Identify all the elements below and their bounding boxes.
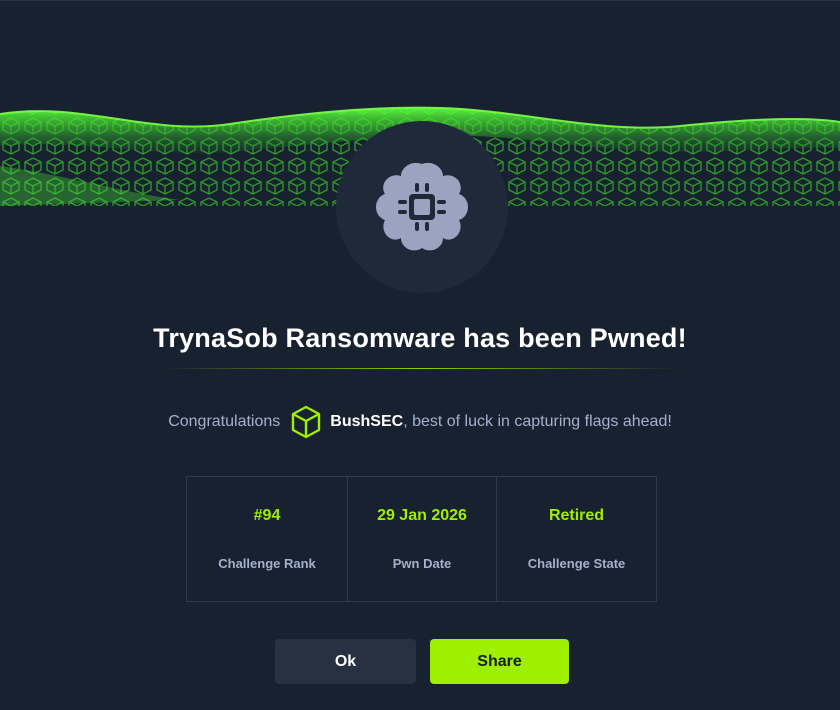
ok-button[interactable]: Ok [275, 639, 416, 684]
title-divider [162, 368, 678, 369]
stat-label: Pwn Date [392, 556, 452, 571]
congrats-suffix: , best of luck in capturing flags ahead! [403, 413, 672, 430]
stat-pwn-date: 29 Jan 2026 Pwn Date [347, 477, 496, 601]
stat-rank: #94 Challenge Rank [187, 477, 347, 601]
modal-title: TrynaSob Ransomware has been Pwned! [153, 323, 687, 353]
congrats-message: Congratulations BushSEC , best of luck i… [0, 405, 840, 439]
stat-value: #94 [253, 507, 281, 524]
username[interactable]: BushSEC [330, 413, 403, 431]
stat-value: Retired [548, 507, 605, 524]
stat-label: Challenge Rank [218, 556, 316, 571]
stat-challenge-state: Retired Challenge State [496, 477, 656, 601]
stats-panel: #94 Challenge Rank 29 Jan 2026 Pwn Date … [186, 476, 657, 602]
brain-chip-icon [376, 162, 468, 251]
congrats-prefix: Congratulations [168, 413, 281, 430]
stat-label: Challenge State [527, 556, 626, 571]
share-button[interactable]: Share [430, 639, 569, 684]
pwned-modal: TrynaSob Ransomware has been Pwned! Cong… [0, 0, 840, 710]
cube-icon [290, 405, 322, 439]
stat-value: 29 Jan 2026 [377, 507, 467, 524]
challenge-badge [336, 121, 508, 293]
